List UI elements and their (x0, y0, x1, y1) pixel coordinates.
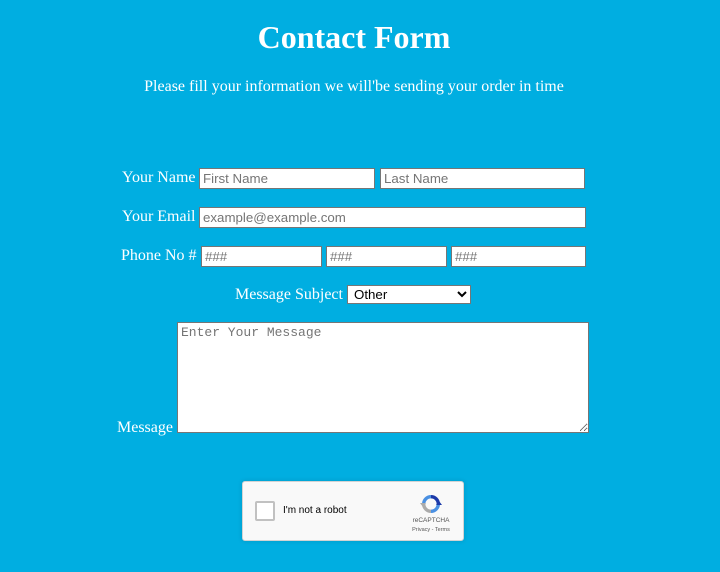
name-label: Your Name (122, 169, 196, 186)
captcha-checkbox-label: I'm not a robot (283, 505, 347, 516)
message-textarea[interactable] (177, 322, 589, 433)
phone-area-input[interactable] (201, 246, 322, 267)
phone-label: Phone No # (121, 247, 197, 264)
email-label: Your Email (122, 208, 196, 225)
first-name-input[interactable] (199, 168, 375, 189)
subject-select[interactable]: Other (347, 285, 471, 304)
recaptcha-brand: reCAPTCHA (412, 517, 450, 524)
recaptcha-links: Privacy - Terms (403, 526, 459, 534)
email-input[interactable] (199, 207, 586, 228)
phone-prefix-input[interactable] (326, 246, 447, 267)
last-name-input[interactable] (380, 168, 585, 189)
phone-line-input[interactable] (451, 246, 586, 267)
subject-label: Message Subject (235, 286, 343, 303)
page-subtitle: Please fill your information we will'be … (144, 78, 564, 95)
recaptcha-logo-icon (420, 495, 442, 513)
privacy-link[interactable]: Privacy (412, 527, 430, 533)
terms-link[interactable]: Terms (435, 527, 450, 533)
captcha-checkbox[interactable] (255, 501, 275, 521)
message-label: Message (117, 419, 173, 436)
recaptcha-widget: I'm not a robot reCAPTCHA Privacy - Term… (242, 481, 464, 541)
page-title: Contact Form (257, 19, 451, 55)
